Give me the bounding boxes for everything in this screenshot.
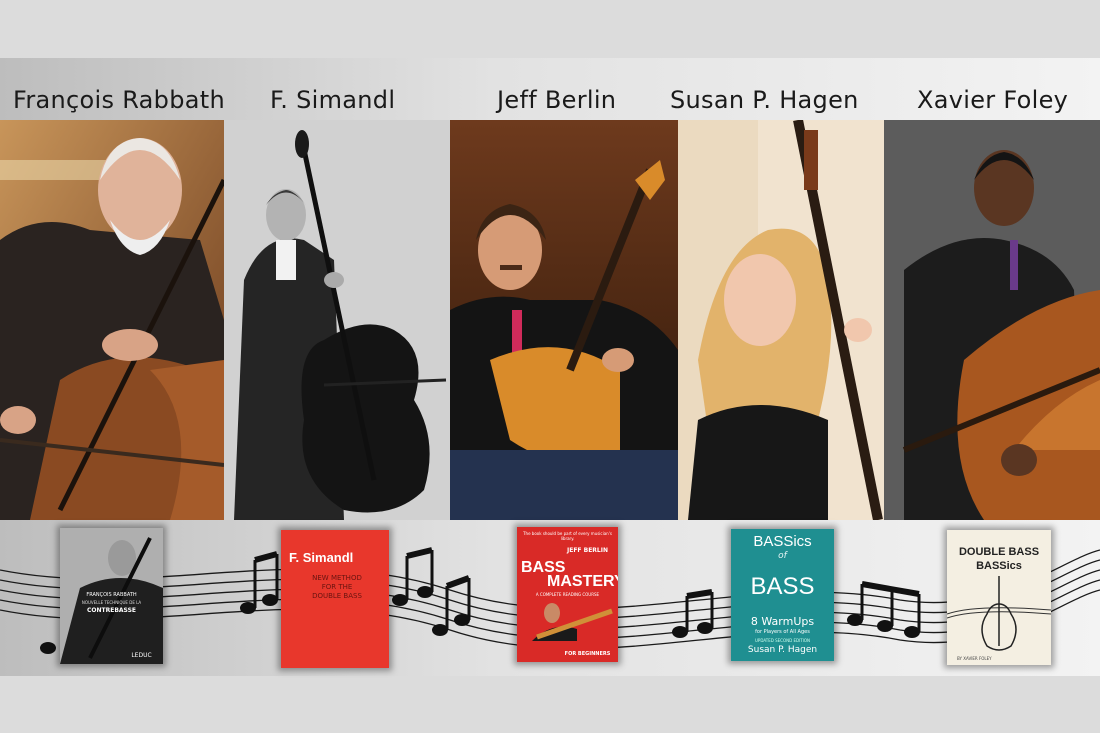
- berlin-author: JEFF BERLIN: [567, 547, 608, 554]
- photo-xavier-foley: [884, 120, 1100, 520]
- berlin-footer: FOR BEGINNERS: [564, 651, 611, 657]
- book-cover-rabbath: FRANÇOIS RABBATH NOUVELLE TECHNIQUE DE L…: [60, 528, 163, 664]
- berlin-cover-photo: [532, 603, 613, 641]
- hagen-author: Susan P. Hagen: [747, 645, 818, 655]
- berlin-quote: The book should be part of every musicia…: [523, 531, 612, 541]
- name-f-simandl: F. Simandl: [270, 86, 396, 114]
- name-jeff-berlin: Jeff Berlin: [497, 86, 617, 114]
- photo-susan-hagen: [678, 120, 884, 520]
- hagen-subtitle2: for Players of All Ages: [755, 629, 810, 635]
- hagen-title-c: BASS: [750, 573, 815, 600]
- bottom-band: [0, 676, 1100, 733]
- foley-title-a: DOUBLE BASS: [958, 546, 1040, 558]
- photo-jeff-berlin: [450, 120, 678, 520]
- berlin-title-b: MASTERY: [547, 573, 618, 590]
- simandl-title: NEW METHOD FOR THE DOUBLE BASS: [312, 574, 362, 600]
- name-susan-hagen: Susan P. Hagen: [670, 86, 859, 114]
- hagen-title-a: BASSics: [753, 533, 812, 550]
- foley-author: BY XAVIER FOLEY: [957, 656, 992, 661]
- book-cover-hagen: BASSics of BASS 8 WarmUps for Players of…: [731, 529, 834, 661]
- name-francois-rabbath: François Rabbath: [13, 86, 225, 114]
- rabbath-author: FRANÇOIS RABBATH: [86, 592, 137, 598]
- hagen-title-b: of: [778, 551, 787, 561]
- rabbath-title: NOUVELLE TECHNIQUE DE LA: [81, 600, 142, 605]
- book-cover-simandl: F. Simandl NEW METHOD FOR THE DOUBLE BAS…: [281, 530, 389, 668]
- photo-francois-rabbath: [0, 120, 224, 520]
- foley-bass-illustration: [947, 576, 1051, 651]
- book-cover-foley: DOUBLE BASS BASSics BY XAVIER FOLEY: [947, 530, 1051, 665]
- hagen-subtitle: 8 WarmUps: [750, 615, 815, 628]
- hagen-edition: UPDATED SECOND EDITION: [755, 638, 810, 643]
- foley-title-b: BASSics: [976, 560, 1022, 572]
- rabbath-publisher: LEDUC: [131, 652, 152, 659]
- berlin-subtitle: A COMPLETE READING COURSE: [535, 592, 600, 597]
- simandl-author: F. Simandl: [289, 550, 354, 565]
- photo-f-simandl: [224, 120, 450, 520]
- name-xavier-foley: Xavier Foley: [917, 86, 1069, 114]
- rabbath-subtitle: CONTREBASSE: [86, 607, 137, 614]
- book-cover-berlin: The book should be part of every musicia…: [517, 527, 618, 662]
